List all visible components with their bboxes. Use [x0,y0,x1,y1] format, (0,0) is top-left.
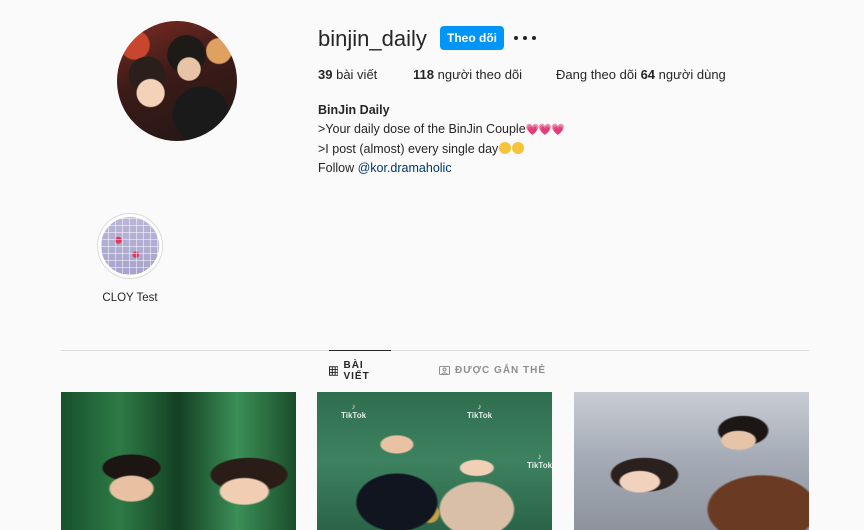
follow-button[interactable]: Theo dõi [440,26,504,50]
tiktok-text: TikTok [527,461,552,470]
tiktok-logo-icon: ♪ TikTok [467,402,493,420]
bio-line-2-text: >I post (almost) every single day [318,142,499,156]
dot [514,36,518,40]
tiktok-text: TikTok [467,411,493,420]
dot [532,36,536,40]
profile-bio: BinJin Daily >Your daily dose of the Bin… [318,101,565,178]
bio-mention-link[interactable]: @kor.dramaholic [358,161,452,175]
following-count: 64 [640,67,656,82]
grid-icon [329,366,339,376]
tiktok-text: TikTok [341,411,367,420]
tab-tagged-label: ĐƯỢC GẮN THẺ [455,364,547,376]
highlight-ring [97,213,163,279]
profile-avatar[interactable] [117,21,237,141]
highlight-label: CLOY Test [102,292,158,304]
grin-emoji-icon [512,142,525,154]
bio-line-1-text: >Your daily dose of the BinJin Couple [318,122,526,136]
following-prefix: Đang theo dõi [556,67,637,82]
tab-posts[interactable]: BÀI VIẾT [329,350,391,391]
posts-label: bài viết [336,67,378,82]
more-options-icon[interactable] [514,28,536,48]
post-thumbnail[interactable] [574,392,809,530]
tabs-divider [61,350,809,351]
dot [523,36,527,40]
highlight-cover [101,217,159,275]
story-highlight[interactable]: CLOY Test [95,213,165,304]
followers-count: 118 [413,67,434,82]
tagged-icon [439,366,450,375]
following-stat[interactable]: Đang theo dõi 64 người dùng [556,67,726,82]
profile-username: binjin_daily [318,26,427,51]
tab-posts-label: BÀI VIẾT [343,360,370,382]
heart-emoji-icon: 💗💗💗 [525,124,565,136]
followers-label: người theo dõi [437,67,523,82]
bio-follow-prefix: Follow [318,161,358,175]
posts-count: 39 [318,67,333,82]
post-thumbnail[interactable]: ♪ TikTok ♪ TikTok ♪ TikTok [317,392,552,530]
bio-line-2: >I post (almost) every single day [318,140,564,159]
following-suffix: người dùng [658,67,726,82]
tiktok-logo-icon: ♪ TikTok [527,452,552,470]
posts-stat: 39 bài viết [318,67,377,82]
tab-tagged[interactable]: ĐƯỢC GẮN THẺ [439,350,546,390]
tiktok-logo-icon: ♪ TikTok [341,402,367,420]
bio-line-3: Follow @kor.dramaholic [318,159,564,178]
bio-line-1: >Your daily dose of the BinJin Couple💗💗💗 [318,120,565,140]
followers-stat[interactable]: 118 người theo dõi [413,67,522,82]
post-thumbnail[interactable] [61,392,296,530]
bio-name: BinJin Daily [318,103,390,117]
grin-emoji-icon [499,142,512,154]
